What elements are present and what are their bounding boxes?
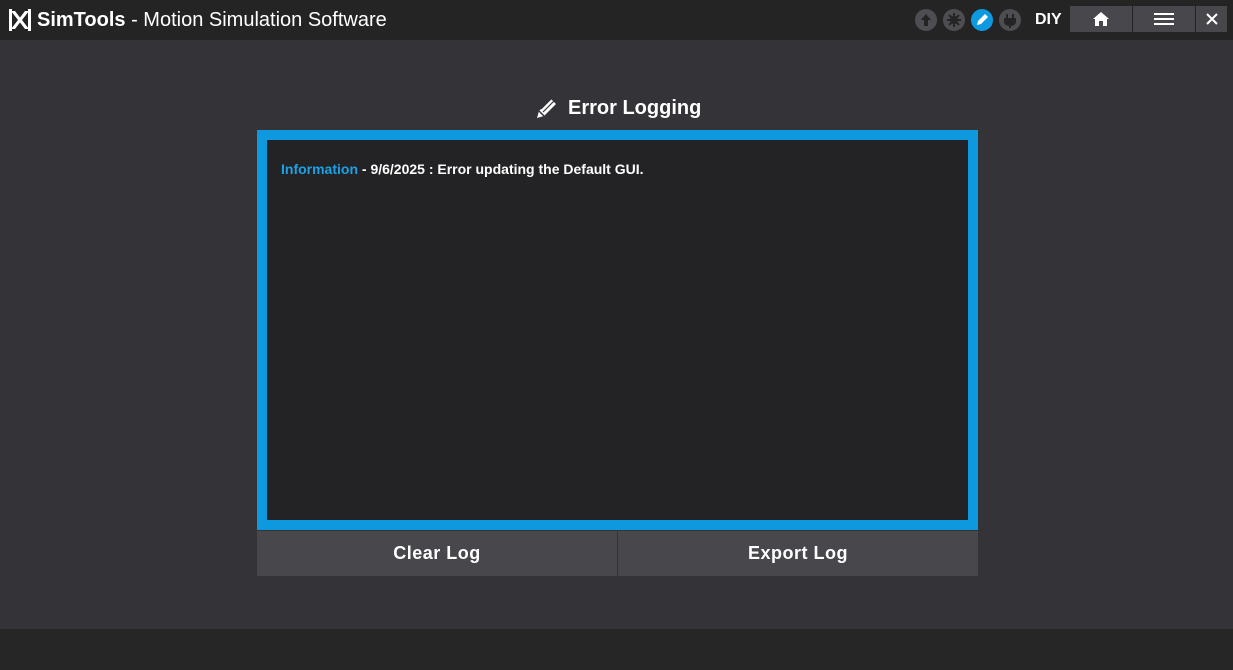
hamburger-menu-icon (1154, 13, 1174, 25)
footer-bar (0, 629, 1233, 670)
title-bar: SimTools - Motion Simulation Software DI… (0, 0, 1233, 40)
close-button[interactable] (1196, 6, 1227, 32)
pencil-icon (537, 96, 556, 118)
edit-icon[interactable] (971, 9, 993, 31)
simtools-logo-icon (9, 9, 31, 31)
log-entry: Information - 9/6/2025 : Error updating … (281, 160, 644, 178)
app-name: SimTools (37, 9, 126, 31)
power-icon[interactable] (999, 9, 1021, 31)
home-icon (1093, 12, 1109, 26)
mode-label: DIY (1035, 11, 1062, 28)
log-panel: Information - 9/6/2025 : Error updating … (257, 130, 978, 530)
section-title: Error Logging (568, 96, 702, 119)
close-icon (1205, 13, 1218, 25)
clear-log-button[interactable]: Clear Log (257, 531, 617, 576)
status-icons (915, 9, 1021, 31)
log-entry-level: Information (281, 161, 358, 177)
app-title: SimTools - Motion Simulation Software (37, 8, 387, 32)
home-button[interactable] (1070, 6, 1132, 32)
app-subtitle: - Motion Simulation Software (131, 9, 387, 31)
log-entry-message: - 9/6/2025 : Error updating the Default … (358, 161, 644, 177)
plugin-icon[interactable] (943, 9, 965, 31)
section-heading: Error Logging (534, 95, 701, 121)
menu-button[interactable] (1133, 6, 1195, 32)
export-log-button[interactable]: Export Log (618, 531, 978, 576)
upload-icon[interactable] (915, 9, 937, 31)
log-text-area[interactable]: Information - 9/6/2025 : Error updating … (267, 140, 968, 520)
